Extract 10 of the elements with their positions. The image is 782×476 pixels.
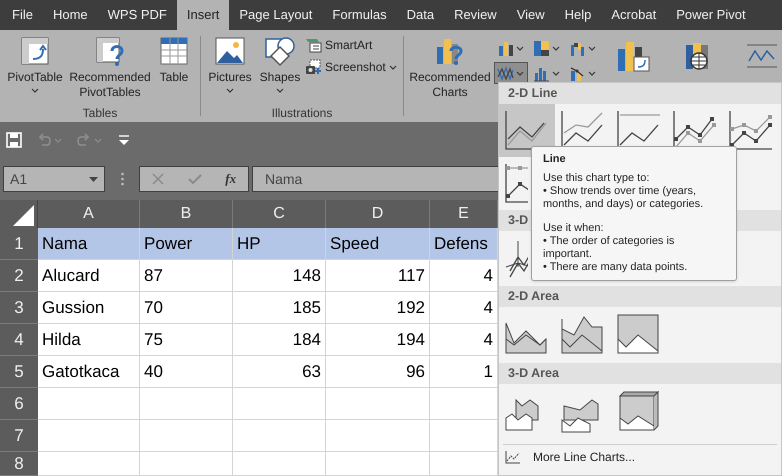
section-header: 2-D Line [499,83,781,104]
tooltip-bullet: • There are many data points. [543,261,688,274]
tooltip-title: Line [543,153,567,166]
tooltip-bullet: • The order of categories is important. [543,235,676,261]
group-label: Illustrations [272,105,332,122]
section-header: 2-D Area [499,286,781,307]
tooltip-text: Use this chart type to: [543,172,650,185]
section-header: 3-D Area [499,363,781,384]
group-label: Tables [82,105,118,122]
tooltip-bullet: • Show trends over time (years, months, and days) or categories. [543,185,704,211]
